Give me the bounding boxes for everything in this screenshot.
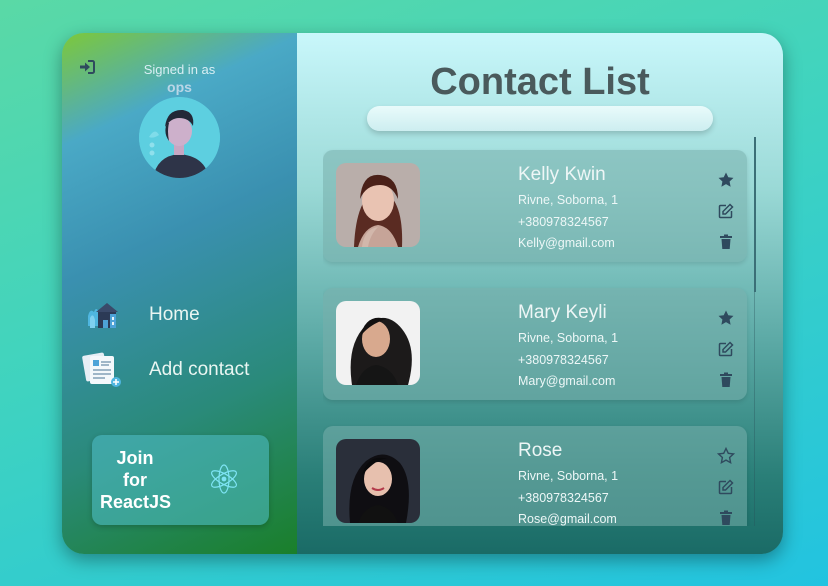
contact-photo: [336, 439, 420, 523]
join-line-3: ReactJS: [100, 492, 172, 512]
contact-address: Rivne, Soborna, 1: [518, 331, 619, 345]
contact-card: Rose Rivne, Soborna, 1 +380978324567 Ros…: [323, 426, 747, 526]
contact-photo: [336, 163, 420, 247]
join-line-1: Join: [116, 448, 154, 468]
edit-icon[interactable]: [717, 202, 735, 220]
contact-email: Rose@gmail.com: [518, 512, 617, 526]
contact-email: Kelly@gmail.com: [518, 236, 615, 250]
add-contact-icon: [82, 352, 121, 387]
nav-home[interactable]: Home: [82, 296, 200, 334]
edit-icon[interactable]: [717, 478, 735, 496]
star-filled-icon[interactable]: [717, 309, 735, 327]
join-text: Join for ReactJS: [100, 447, 172, 513]
main-panel: Contact List Kelly Kwin Rivne, Soborna, …: [297, 33, 783, 554]
nav-home-label: Home: [149, 304, 200, 325]
delete-icon[interactable]: [717, 371, 735, 389]
contact-list: Kelly Kwin Rivne, Soborna, 1 +3809783245…: [323, 137, 757, 526]
contact-name: Kelly Kwin: [518, 164, 606, 185]
contact-card: Mary Keyli Rivne, Soborna, 1 +3809783245…: [323, 288, 747, 400]
page-title: Contact List: [430, 61, 650, 103]
star-outline-icon[interactable]: [717, 447, 735, 465]
contact-address: Rivne, Soborna, 1: [518, 193, 619, 207]
avatar: [139, 97, 220, 178]
home-icon: [88, 303, 118, 328]
sidebar: Signed in as ops Home Add contact Join f…: [62, 33, 297, 554]
nav-add-contact[interactable]: Add contact: [82, 351, 249, 389]
contact-phone: +380978324567: [518, 491, 609, 505]
contact-name: Rose: [518, 440, 563, 461]
user-name: ops: [167, 79, 192, 95]
react-icon: [211, 464, 237, 494]
app-window: Signed in as ops Home Add contact Join f…: [62, 33, 783, 554]
contact-email: Mary@gmail.com: [518, 374, 616, 388]
contact-address: Rivne, Soborna, 1: [518, 469, 619, 483]
contact-photo: [336, 301, 420, 385]
edit-icon[interactable]: [717, 340, 735, 358]
join-line-2: for: [123, 470, 147, 490]
nav-add-contact-label: Add contact: [149, 359, 250, 380]
star-filled-icon[interactable]: [717, 171, 735, 189]
contact-card: Kelly Kwin Rivne, Soborna, 1 +3809783245…: [323, 150, 747, 262]
delete-icon[interactable]: [717, 233, 735, 251]
contact-phone: +380978324567: [518, 215, 609, 229]
contact-name: Mary Keyli: [518, 302, 607, 323]
contact-phone: +380978324567: [518, 353, 609, 367]
delete-icon[interactable]: [717, 509, 735, 526]
search-input[interactable]: [367, 106, 713, 131]
join-reactjs-card[interactable]: Join for ReactJS: [92, 435, 269, 525]
signed-in-label: Signed in as: [143, 62, 216, 77]
